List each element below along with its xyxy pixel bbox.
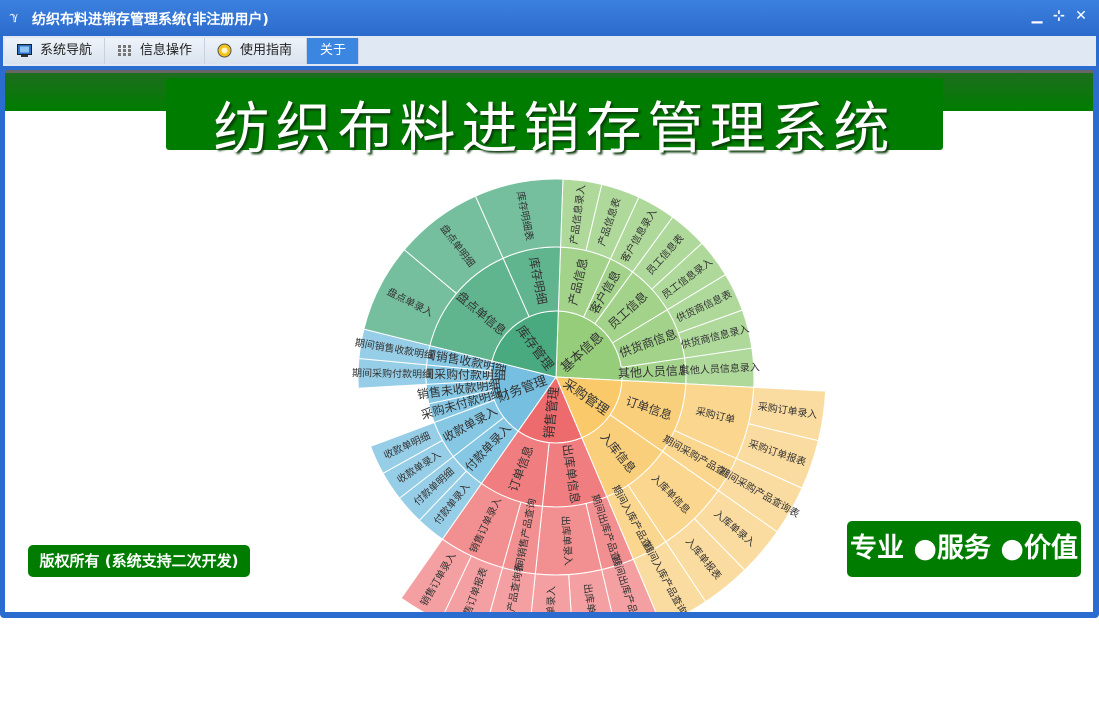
copyright-notice: 版权所有 (系统支持二次开发) <box>28 545 250 577</box>
slogan-badge: 专业 ●服务 ●价值 <box>847 521 1081 577</box>
main-content: 纺织布料进销存管理系统 基本信息 产品信息 产品信息录入 产品信息表 客户信息 客户信息录… <box>5 70 1093 612</box>
app-window: ℽ 纺织布料进销存管理系统(非注册用户) ▁ ⊹ ✕ 系统导航 信息操作 使用指… <box>0 0 1099 618</box>
title-bar[interactable]: ℽ 纺织布料进销存管理系统(非注册用户) ▁ ⊹ ✕ <box>0 0 1099 36</box>
tab-label: 系统导航 <box>40 43 93 58</box>
tab-system-nav[interactable]: 系统导航 <box>5 38 105 64</box>
help-icon <box>217 43 232 58</box>
tab-label: 使用指南 <box>240 43 293 58</box>
tab-label: 信息操作 <box>140 43 193 58</box>
tab-label: 关于 <box>320 43 347 58</box>
app-logo-icon: ℽ <box>10 10 19 23</box>
sunburst-label: 出库单录入 <box>544 586 558 612</box>
window-title: 纺织布料进销存管理系统(非注册用户) <box>32 12 269 28</box>
tab-about[interactable]: 关于 <box>307 38 359 64</box>
monitor-icon <box>17 44 32 57</box>
restore-icon[interactable]: ⊹ <box>1051 8 1067 24</box>
tab-user-guide[interactable]: 使用指南 <box>205 38 307 64</box>
menu-bar: 系统导航 信息操作 使用指南 关于 <box>3 36 1096 68</box>
minimize-icon[interactable]: ▁ <box>1029 8 1045 24</box>
grid-icon <box>118 45 131 56</box>
close-icon[interactable]: ✕ <box>1073 8 1089 24</box>
tab-info-ops[interactable]: 信息操作 <box>105 38 205 64</box>
